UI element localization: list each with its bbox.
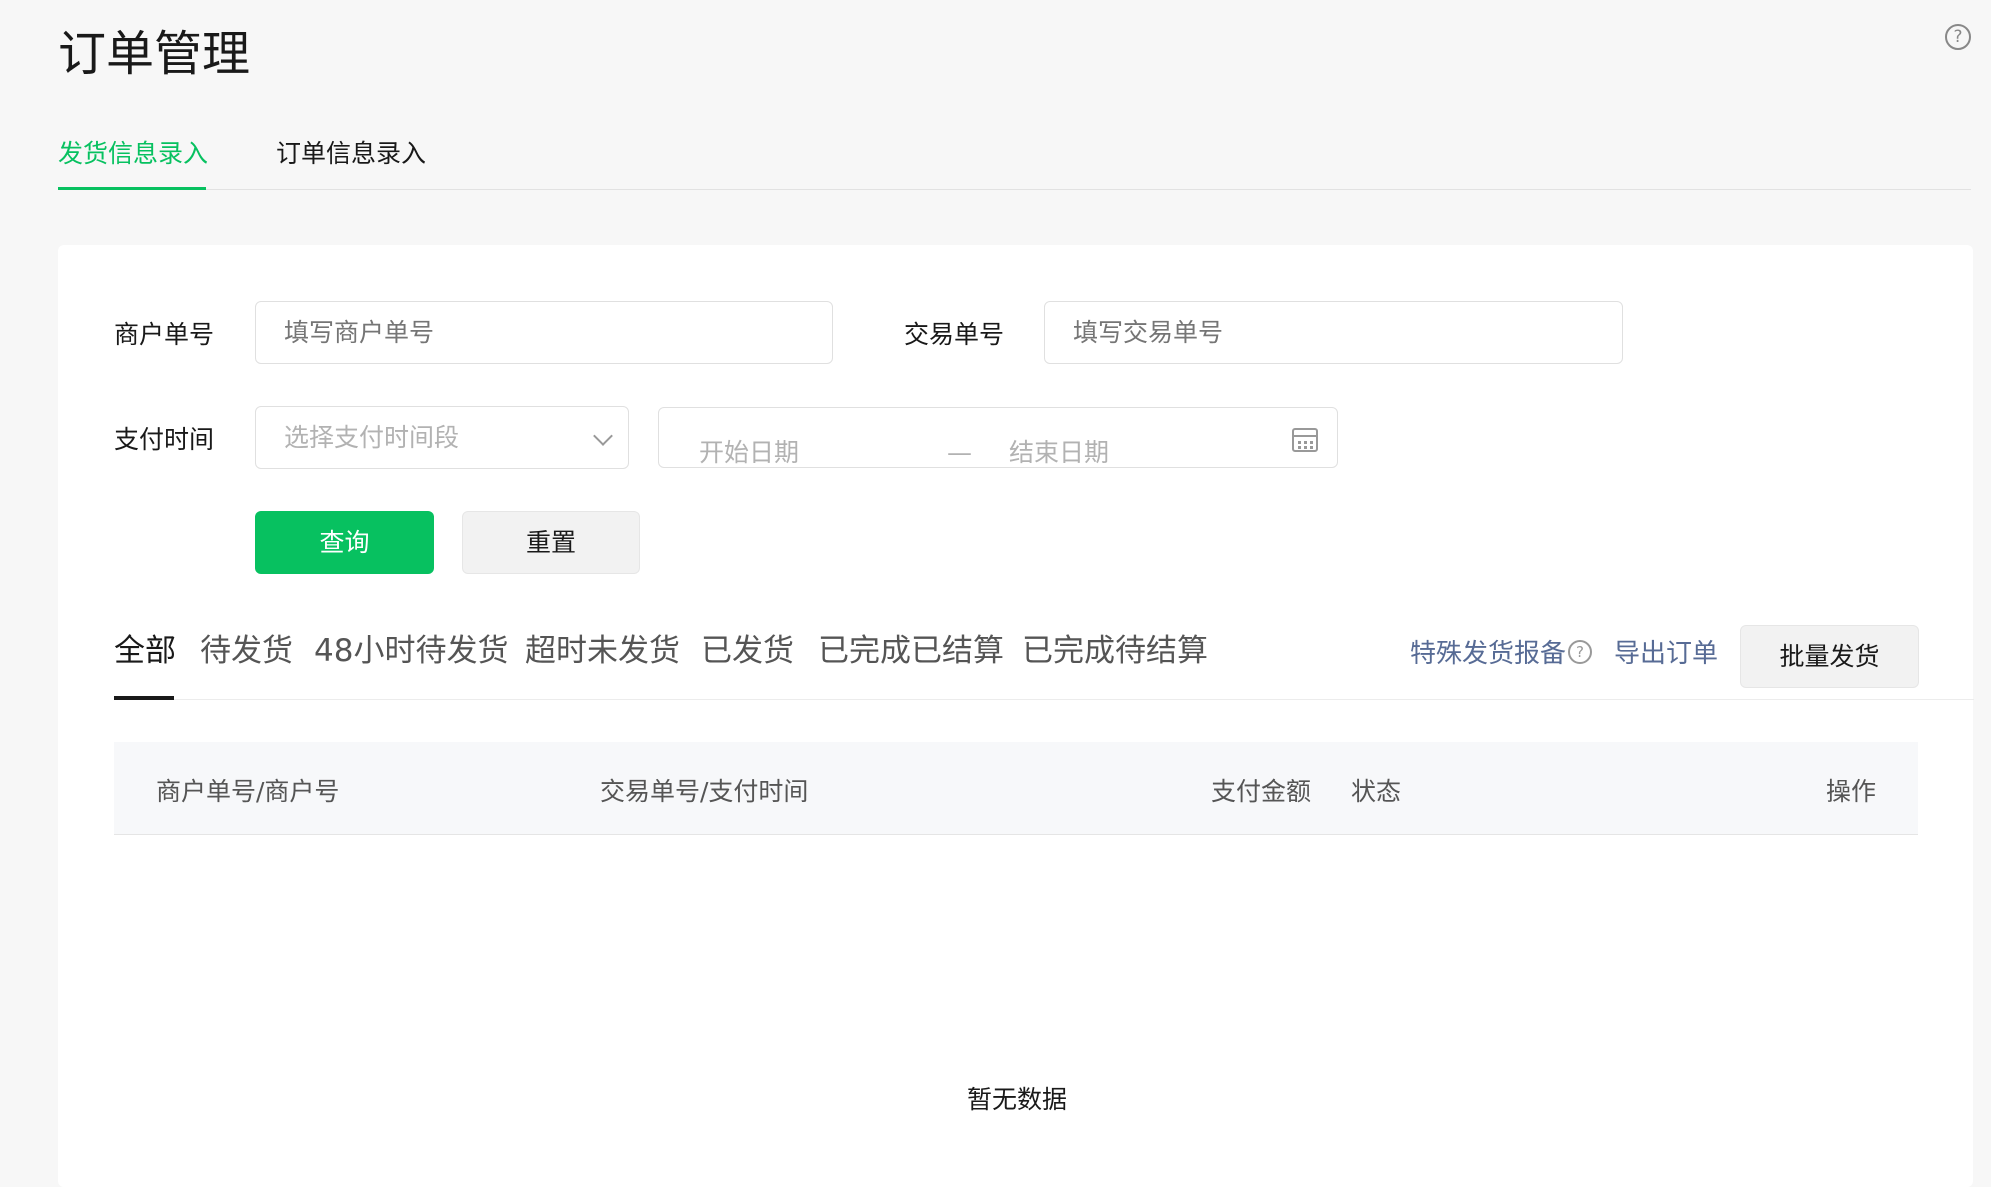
merchant-no-label: 商户单号 (114, 320, 215, 349)
top-tab-bar: 发货信息录入 订单信息录入 (58, 124, 1971, 190)
date-range-separator: — (947, 438, 972, 467)
merchant-no-input[interactable] (255, 301, 833, 364)
pay-time-label: 支付时间 (114, 425, 215, 454)
filter-tab-48h-pending[interactable]: 48小时待发货 (314, 625, 508, 670)
question-circle-icon[interactable]: ? (1568, 640, 1592, 664)
tab-order-info-entry[interactable]: 订单信息录入 (276, 134, 426, 170)
start-date-placeholder: 开始日期 (699, 438, 800, 467)
filter-tab-pending-shipment[interactable]: 待发货 (200, 625, 293, 670)
filter-tab-completed-unsettled[interactable]: 已完成待结算 (1022, 625, 1208, 670)
trade-no-input[interactable] (1044, 301, 1623, 364)
empty-state-text: 暂无数据 (967, 1085, 1068, 1114)
tab-shipping-info-entry[interactable]: 发货信息录入 (58, 134, 208, 170)
active-tab-indicator (58, 187, 206, 190)
query-button[interactable]: 查询 (255, 511, 434, 574)
trade-no-label: 交易单号 (904, 320, 1005, 349)
calendar-icon (1292, 428, 1318, 452)
filter-tab-completed-settled[interactable]: 已完成已结算 (818, 625, 1004, 670)
pay-time-range-select[interactable]: 选择支付时间段 (255, 406, 629, 469)
column-header-status: 状态 (1351, 777, 1402, 806)
pay-time-select-placeholder: 选择支付时间段 (284, 423, 460, 452)
chevron-down-icon (593, 426, 613, 446)
column-header-merchant: 商户单号/商户号 (156, 777, 340, 806)
end-date-placeholder: 结束日期 (1009, 438, 1110, 467)
column-header-amount: 支付金额 (1211, 777, 1312, 806)
export-orders-link[interactable]: 导出订单 (1614, 633, 1718, 670)
filter-tab-all[interactable]: 全部 (114, 625, 176, 670)
column-header-actions: 操作 (1826, 777, 1877, 806)
column-header-trade: 交易单号/支付时间 (600, 777, 809, 806)
batch-ship-button[interactable]: 批量发货 (1740, 625, 1919, 688)
active-filter-indicator (114, 696, 174, 700)
reset-button[interactable]: 重置 (462, 511, 640, 574)
filter-tab-overdue-unshipped[interactable]: 超时未发货 (525, 625, 680, 670)
help-icon[interactable]: ? (1945, 24, 1971, 50)
main-card: 商户单号 交易单号 支付时间 选择支付时间段 开始日期 — 结束日期 查询 重置… (58, 245, 1974, 1187)
filter-tab-shipped[interactable]: 已发货 (701, 625, 794, 670)
date-range-picker[interactable]: 开始日期 — 结束日期 (658, 407, 1338, 468)
table-header: 商户单号/商户号 交易单号/支付时间 支付金额 状态 操作 (114, 742, 1918, 835)
special-shipping-report-link[interactable]: 特殊发货报备 (1410, 633, 1566, 670)
page-title: 订单管理 (58, 26, 251, 82)
